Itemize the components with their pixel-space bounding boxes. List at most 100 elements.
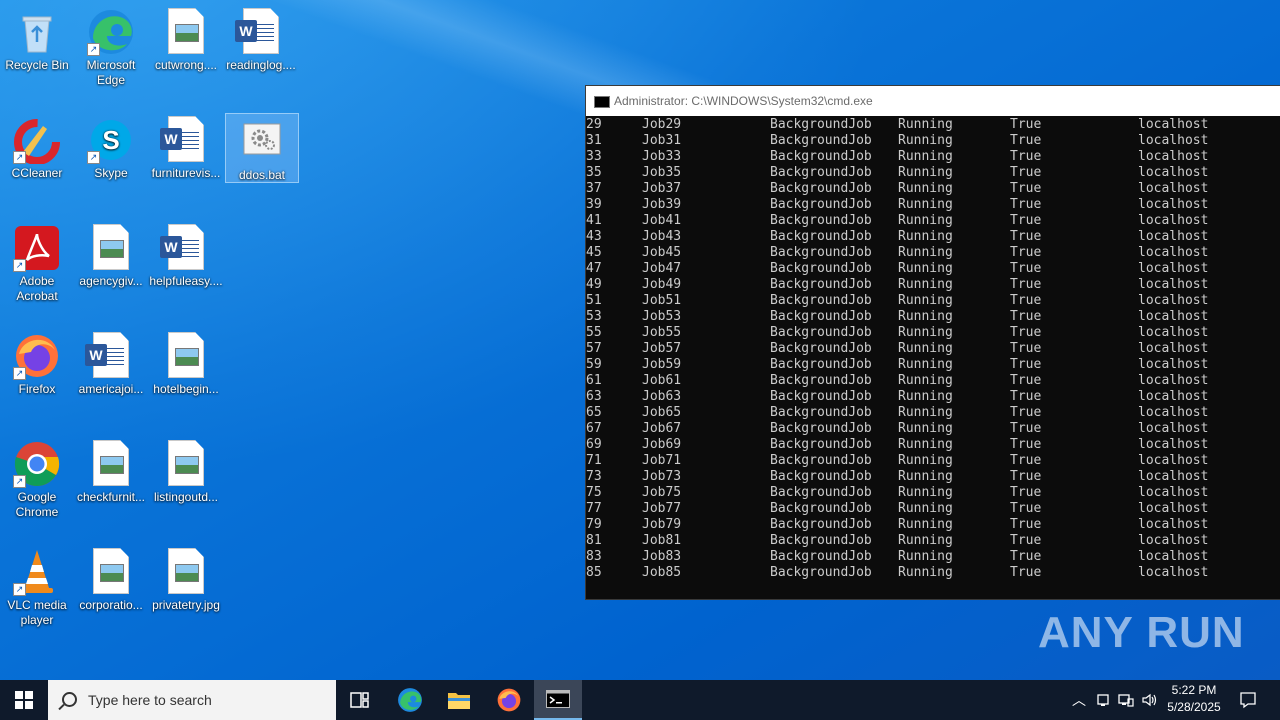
word-document-icon: W [160, 116, 210, 164]
desktop-icon-file[interactable]: listingoutd... [149, 434, 223, 510]
notification-icon [1240, 692, 1256, 709]
shortcut-arrow-icon: ↗ [87, 151, 100, 164]
desktop-icon-skype[interactable]: S ↗ Skype [74, 110, 148, 186]
clock-date: 5/28/2025 [1167, 700, 1221, 714]
desktop-icon-recycle-bin[interactable]: Recycle Bin [0, 2, 74, 92]
job-state: Running [898, 293, 953, 308]
desktop-icon-file[interactable]: cutwrong.... [149, 2, 223, 78]
cmd-title-bar[interactable]: Administrator: C:\WINDOWS\System32\cmd.e… [586, 86, 1280, 116]
job-state: Running [898, 213, 953, 228]
word-document-icon: W [85, 332, 135, 380]
desktop-icon-file[interactable]: W helpfuleasy.... [149, 218, 223, 294]
job-id: 37 [586, 181, 602, 196]
job-name: Job37 [642, 181, 682, 196]
job-type: BackgroundJob [770, 117, 872, 132]
desktop-icon-file[interactable]: agencygiv... [74, 218, 148, 294]
desktop-icon-file[interactable]: W readinglog.... [224, 2, 298, 78]
job-state: Running [898, 309, 953, 324]
cmd-window[interactable]: Administrator: C:\WINDOWS\System32\cmd.e… [585, 85, 1280, 600]
job-name: Job49 [642, 277, 682, 292]
cmd-app-icon [594, 96, 610, 108]
job-type: BackgroundJob [770, 325, 872, 340]
svg-text:S: S [102, 125, 119, 155]
job-name: Job51 [642, 293, 682, 308]
job-state: Running [898, 517, 953, 532]
shortcut-arrow-icon: ↗ [13, 475, 26, 488]
job-location: localhost [1138, 117, 1209, 132]
desktop-icon-label: helpfuleasy.... [149, 274, 223, 288]
taskbar-edge-button[interactable] [386, 680, 434, 720]
job-id: 69 [586, 437, 602, 452]
job-state: Running [898, 133, 953, 148]
desktop-icon-google-chrome[interactable]: ↗ Google Chrome [0, 434, 74, 524]
desktop-icon-label: readinglog.... [226, 58, 296, 72]
console-job-row: 37 Job37 BackgroundJob Running True localhost [586, 181, 1280, 197]
job-has-more-data: True [1010, 277, 1042, 292]
job-location: localhost [1138, 485, 1209, 500]
job-id: 29 [586, 117, 602, 132]
job-id: 75 [586, 485, 602, 500]
desktop-icon-vlc[interactable]: ↗ VLC media player [0, 542, 74, 632]
show-hidden-icons-button[interactable]: ︿ [1068, 680, 1090, 720]
desktop-icon-file[interactable]: checkfurnit... [74, 434, 148, 510]
taskbar-search-box[interactable]: Type here to search [48, 680, 336, 720]
job-type: BackgroundJob [770, 245, 872, 260]
job-has-more-data: True [1010, 405, 1042, 420]
desktop-icon-file[interactable]: W furniturevis... [149, 110, 223, 186]
job-state: Running [898, 357, 953, 372]
desktop-icon-microsoft-edge[interactable]: ↗ Microsoft Edge [74, 2, 148, 92]
job-id: 55 [586, 325, 602, 340]
job-id: 65 [586, 405, 602, 420]
desktop-icon-ddos-bat[interactable]: ddos.bat [225, 113, 299, 183]
desktop-icon-ccleaner[interactable]: ↗ CCleaner [0, 110, 74, 200]
job-state: Running [898, 453, 953, 468]
job-location: localhost [1138, 565, 1209, 580]
job-name: Job83 [642, 549, 682, 564]
console-job-row: 61 Job61 BackgroundJob Running True localhost [586, 373, 1280, 389]
desktop-icon-file[interactable]: privatetry.jpg [149, 542, 223, 618]
taskbar-clock[interactable]: 5:22 PM 5/28/2025 [1158, 682, 1230, 716]
task-view-button[interactable] [336, 680, 384, 720]
clock-time: 5:22 PM [1171, 683, 1217, 697]
desktop-icon-file[interactable]: hotelbegin... [149, 326, 223, 402]
google-chrome-icon: ↗ [13, 440, 61, 488]
job-id: 41 [586, 213, 602, 228]
taskbar-firefox-button[interactable] [485, 680, 533, 720]
desktop-icon-label: checkfurnit... [76, 490, 146, 504]
tray-network-icon[interactable] [1115, 680, 1137, 720]
job-has-more-data: True [1010, 293, 1042, 308]
cmd-console-output[interactable]: 29 Job29 BackgroundJob Running True localhost… [586, 117, 1280, 599]
console-job-row: 51 Job51 BackgroundJob Running True localhost [586, 293, 1280, 309]
action-center-button[interactable] [1234, 680, 1262, 720]
job-type: BackgroundJob [770, 517, 872, 532]
job-id: 73 [586, 469, 602, 484]
desktop-icon-adobe-acrobat[interactable]: ↗ Adobe Acrobat [0, 218, 74, 308]
job-id: 67 [586, 421, 602, 436]
job-id: 79 [586, 517, 602, 532]
microsoft-edge-icon [398, 688, 422, 712]
job-name: Job31 [642, 133, 682, 148]
desktop-icon-file[interactable]: corporatio... [74, 542, 148, 618]
desktop-icon-file[interactable]: W americajoi... [74, 326, 148, 402]
job-location: localhost [1138, 197, 1209, 212]
desktop-icon-label: hotelbegin... [153, 382, 219, 396]
taskbar-file-explorer-button[interactable] [435, 680, 483, 720]
job-location: localhost [1138, 469, 1209, 484]
job-state: Running [898, 341, 953, 356]
start-button[interactable] [0, 680, 48, 720]
job-type: BackgroundJob [770, 437, 872, 452]
job-type: BackgroundJob [770, 309, 872, 324]
job-state: Running [898, 149, 953, 164]
job-location: localhost [1138, 133, 1209, 148]
job-state: Running [898, 421, 953, 436]
job-type: BackgroundJob [770, 389, 872, 404]
job-has-more-data: True [1010, 261, 1042, 276]
job-id: 43 [586, 229, 602, 244]
job-state: Running [898, 117, 953, 132]
desktop-icon-firefox[interactable]: ↗ Firefox [0, 326, 74, 402]
job-id: 85 [586, 565, 602, 580]
job-has-more-data: True [1010, 165, 1042, 180]
job-location: localhost [1138, 341, 1209, 356]
tray-network-device-icon[interactable] [1092, 680, 1114, 720]
taskbar-cmd-button[interactable] [534, 680, 582, 720]
